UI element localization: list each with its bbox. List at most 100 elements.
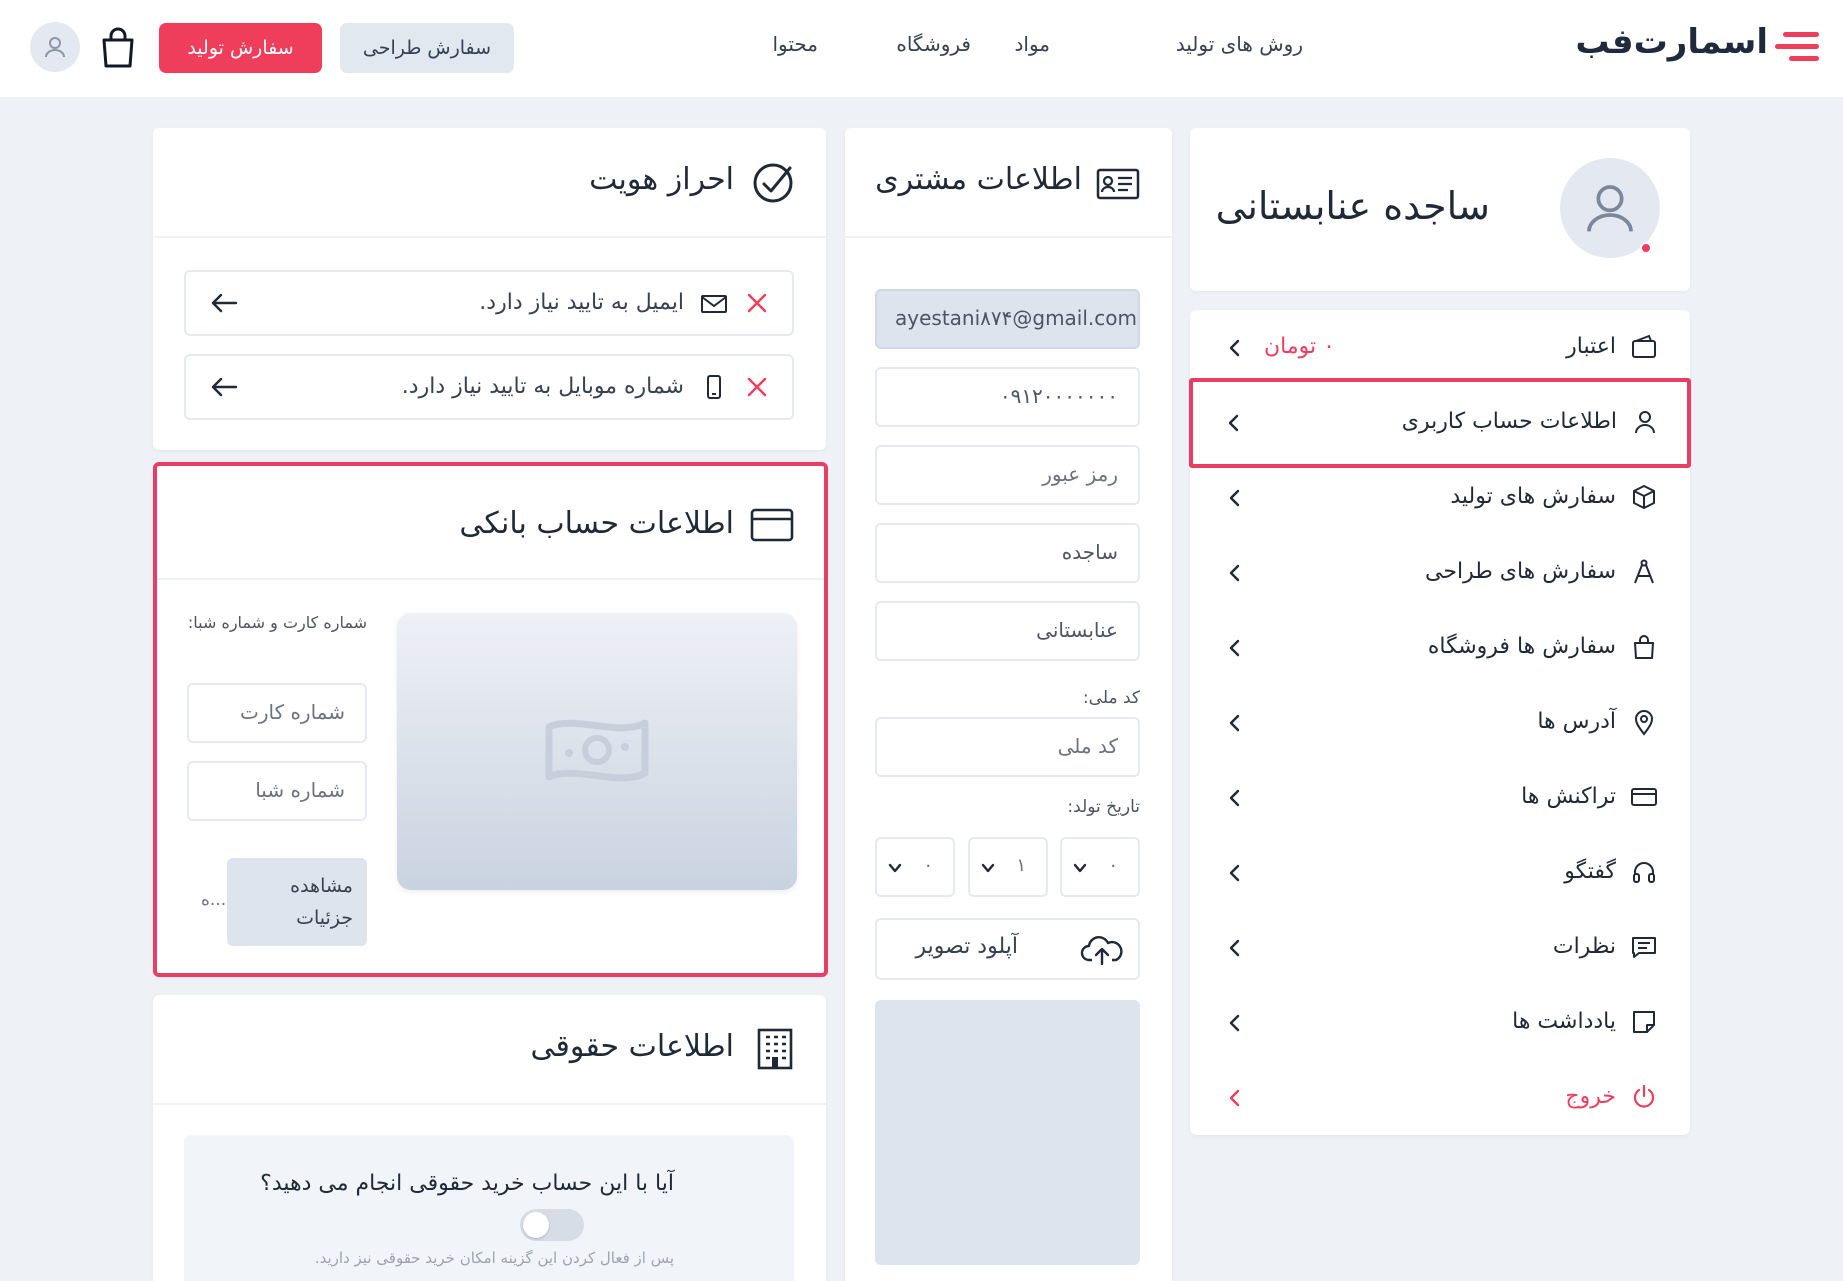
sheba-number-field[interactable]: شماره شبا [187,761,367,821]
upload-image-button[interactable]: آپلود تصویر [875,918,1140,980]
power-icon [1633,1084,1655,1108]
birth-date-label: تاریخ تولد: [1067,797,1140,817]
headset-icon [1633,862,1655,883]
customer-info-card: اطلاعات مشتری ayestani۸۷۴@gmail.com ۰۹۱۲… [845,128,1172,1281]
chevron-left-icon [1229,939,1240,957]
email-field[interactable]: ayestani۸۷۴@gmail.com [875,289,1140,349]
legal-hint: پس از فعال کردن این گزینه امکان خرید حقو… [314,1249,674,1267]
chevron-left-icon [1229,564,1240,582]
user-icon [1635,411,1655,434]
toggle-knob [523,1212,549,1238]
credit-value: ۰ تومان [1264,334,1335,359]
design-order-button[interactable]: سفارش طراحی [340,23,514,73]
menu-item-chat[interactable]: گفتگو [1190,835,1690,910]
menu-item-credit[interactable]: اعتبار ۰ تومان [1190,310,1690,385]
phone-field[interactable]: ۰۹۱۲۰۰۰۰۰۰۰ [875,367,1140,427]
bank-account-card: اطلاعات حساب بانکی شماره کارت و شماره شب… [153,462,828,977]
menu-item-notes[interactable]: یادداشت ها [1190,985,1690,1060]
menu-item-production-orders[interactable]: سفارش های تولید [1190,460,1690,535]
menu-item-transactions[interactable]: تراکنش ها [1190,760,1690,835]
chevron-left-icon [1228,414,1239,432]
legal-info-card: اطلاعات حقوقی آیا با این حساب خرید حقوقی… [153,995,826,1281]
mobile-icon [707,375,721,399]
logo-text[interactable]: اسمارت‌فب [1575,22,1768,62]
mail-icon [701,295,727,313]
money-icon [545,719,649,782]
compass-icon [1634,559,1654,584]
user-icon [1587,185,1633,232]
chevron-left-icon [1229,339,1240,357]
chevron-left-icon [1229,864,1240,882]
chevron-left-icon [1229,714,1240,732]
identity-verification-card: احراز هویت ایمیل به تایید نیاز دارد. شما… [153,128,826,450]
nav-materials[interactable]: مواد [1014,32,1050,56]
legal-purchase-toggle[interactable] [520,1209,584,1241]
wallet-icon [1632,334,1656,358]
divider [157,578,824,580]
legal-purchase-option: آیا با این حساب خرید حقوقی انجام می دهید… [184,1135,794,1281]
chevron-down-icon [888,863,902,873]
arrow-left-icon [211,293,238,313]
check-circle-icon [753,163,793,203]
birth-month-select[interactable]: ۱ [968,837,1048,897]
shopping-bag-icon[interactable] [98,26,138,70]
user-icon [45,37,65,58]
menu-item-account-info[interactable]: اطلاعات حساب کاربری [1189,378,1691,468]
bank-title: اطلاعات حساب بانکی [459,506,734,541]
birth-day-select[interactable]: ۰ [1060,837,1140,897]
divider [153,236,826,238]
menu-item-addresses[interactable]: آدرس ها [1190,685,1690,760]
menu-item-logout[interactable]: خروج [1190,1060,1690,1135]
menu-item-comments[interactable]: نظرات [1190,910,1690,985]
status-dot [1640,242,1652,254]
bank-card-image [397,613,797,890]
national-code-label: کد ملی: [1082,688,1140,708]
customer-info-title: اطلاعات مشتری [875,162,1082,197]
image-preview [875,1000,1140,1265]
logo-icon [1775,32,1819,61]
box-icon [1633,485,1655,509]
divider [845,236,1172,238]
produce-order-button[interactable]: سفارش تولید [159,23,322,73]
chevron-left-icon [1229,1089,1240,1107]
close-icon [747,377,767,397]
nav-store[interactable]: فروشگاه [896,32,971,56]
legal-title: اطلاعات حقوقی [530,1029,735,1064]
menu-item-store-orders[interactable]: سفارش ها فروشگاه [1190,610,1690,685]
divider [153,1103,826,1105]
card-sheba-label: شماره کارت و شماره شبا: [187,613,367,632]
top-header: اسمارت‌فب روش های تولید مواد فروشگاه محت… [0,0,1843,97]
id-card-icon [1096,168,1140,200]
location-icon [1634,710,1654,736]
card-number-field[interactable]: شماره کارت [187,683,367,743]
chevron-down-icon [1073,863,1087,873]
nav-production-methods[interactable]: روش های تولید [1176,32,1303,56]
view-details-button[interactable]: مشاهده جزئیات [227,858,367,946]
national-code-field[interactable]: کد ملی [875,717,1140,777]
arrow-left-icon [211,377,238,397]
identity-title: احراز هویت [589,162,734,197]
chevron-down-icon [981,863,995,873]
menu-item-design-orders[interactable]: سفارش های طراحی [1190,535,1690,610]
birth-year-select[interactable]: ۰ [875,837,955,897]
profile-name: ساجده عنابستانی [1215,184,1490,228]
card-icon [750,508,794,542]
email-verification-row[interactable]: ایمیل به تایید نیاز دارد. [184,270,794,336]
note-icon [1633,1011,1655,1033]
card-icon [1631,788,1657,806]
avatar[interactable] [30,22,80,72]
password-field[interactable]: رمز عبور [875,445,1140,505]
nav-content[interactable]: محتوا [772,32,818,56]
cloud-upload-icon [1080,936,1123,966]
chevron-left-icon [1229,789,1240,807]
mobile-verification-row[interactable]: شماره موبایل به تایید نیاز دارد. [184,354,794,420]
building-icon [757,1028,793,1070]
comment-icon [1632,937,1656,958]
chevron-left-icon [1229,1014,1240,1032]
last-name-field[interactable]: عنابستانی [875,601,1140,661]
legal-question: آیا با این حساب خرید حقوقی انجام می دهید… [260,1171,674,1196]
truncated-text: ...ه [201,890,227,910]
chevron-left-icon [1229,639,1240,657]
chevron-left-icon [1229,489,1240,507]
first-name-field[interactable]: ساجده [875,523,1140,583]
